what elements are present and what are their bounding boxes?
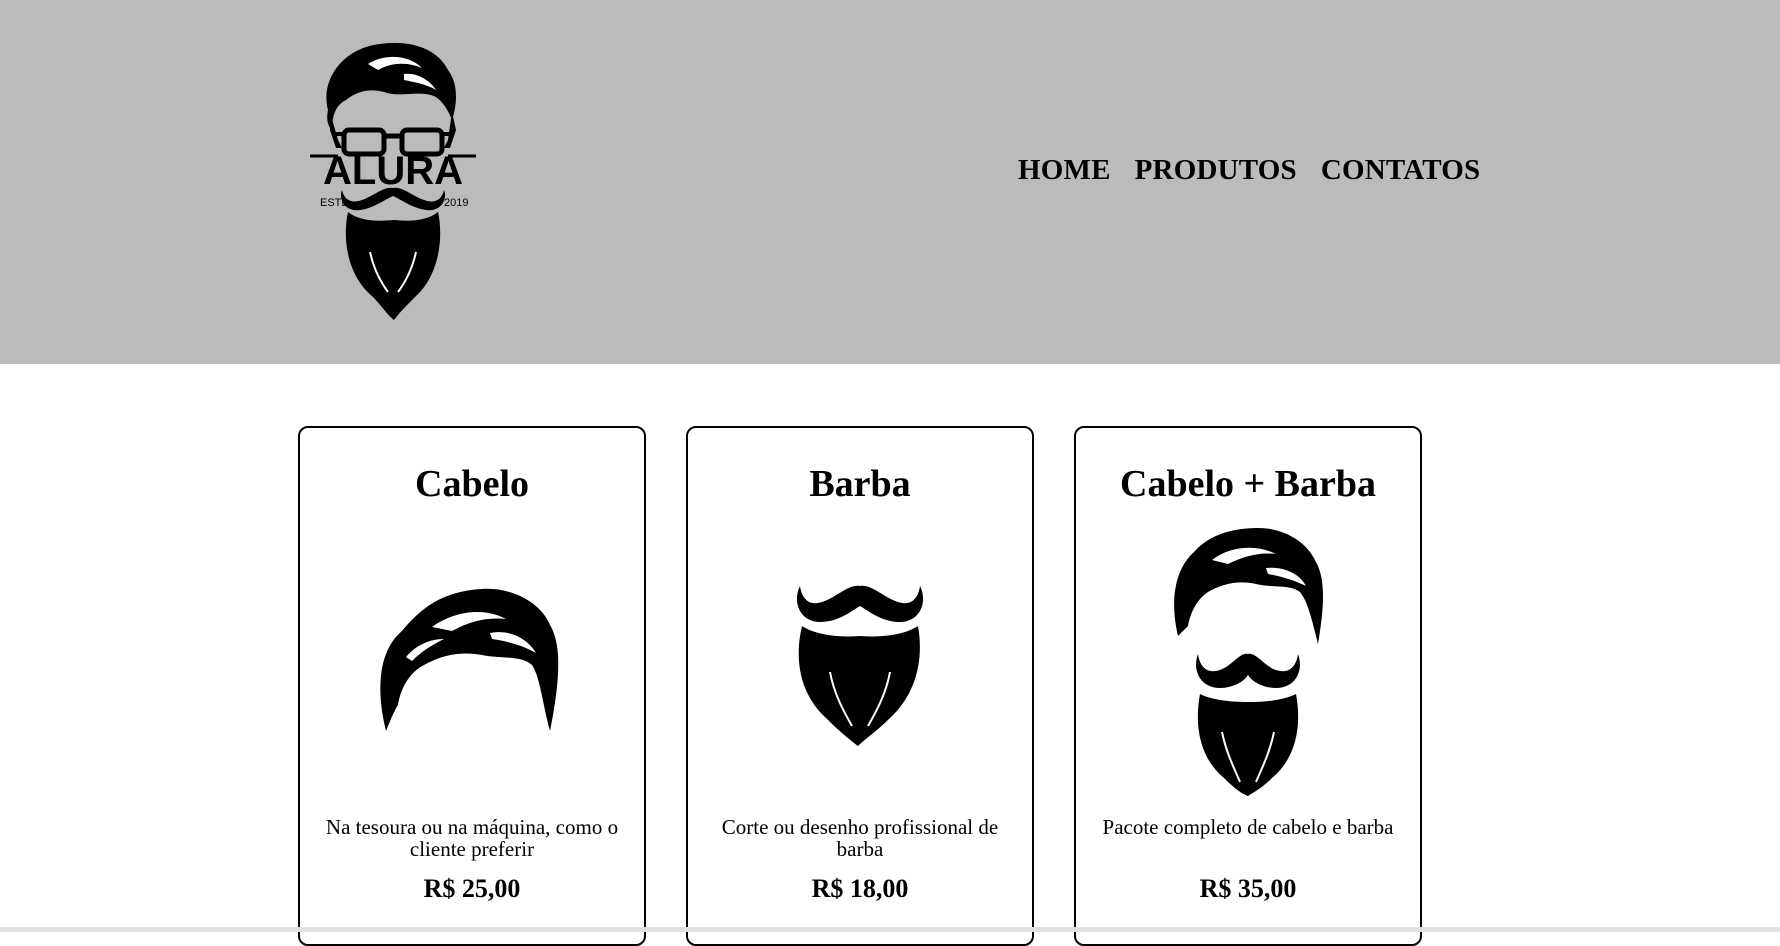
site-header: ALURA ESTD 2019 HOME PRODUTOS CONTATOS <box>0 0 1780 364</box>
products-list: Cabelo Na tesoura ou na máquina, como o … <box>298 426 1422 946</box>
logo-left-text: ESTD <box>320 197 349 209</box>
main-nav: HOME PRODUTOS CONTATOS <box>1018 154 1480 187</box>
product-title: Barba <box>809 463 911 505</box>
product-image <box>1076 526 1420 796</box>
nav-home-link[interactable]: HOME <box>1018 154 1111 187</box>
product-price: R$ 35,00 <box>1199 874 1297 903</box>
hair-icon <box>380 588 559 731</box>
product-card-cabelo-barba: Cabelo + Barba Pacote completo de cabelo… <box>1074 426 1422 946</box>
hair-and-beard-icon <box>1174 528 1323 796</box>
product-image <box>300 526 644 796</box>
product-description: Corte ou desenho profissional de barba <box>721 815 999 861</box>
product-image <box>688 526 1032 796</box>
nav-produtos-link[interactable]: PRODUTOS <box>1135 154 1297 187</box>
product-description: Pacote completo de cabelo e barba <box>1102 815 1394 839</box>
product-title: Cabelo <box>415 463 529 505</box>
bottom-scroll-edge <box>0 927 1780 932</box>
product-price: R$ 18,00 <box>811 874 909 903</box>
logo-brand-text: ALURA <box>323 149 463 193</box>
product-price: R$ 25,00 <box>423 874 521 903</box>
beard-icon <box>796 585 924 746</box>
alura-logo[interactable]: ALURA ESTD 2019 <box>308 40 478 320</box>
product-title: Cabelo + Barba <box>1120 463 1376 505</box>
product-card-cabelo: Cabelo Na tesoura ou na máquina, como o … <box>298 426 646 946</box>
bearded-man-logo-icon: ALURA ESTD 2019 <box>310 42 476 320</box>
product-description: Na tesoura ou na máquina, como o cliente… <box>325 815 619 861</box>
nav-contatos-link[interactable]: CONTATOS <box>1321 154 1481 187</box>
product-card-barba: Barba Corte ou desenho profissional de b… <box>686 426 1034 946</box>
logo-right-text: 2019 <box>444 197 468 209</box>
